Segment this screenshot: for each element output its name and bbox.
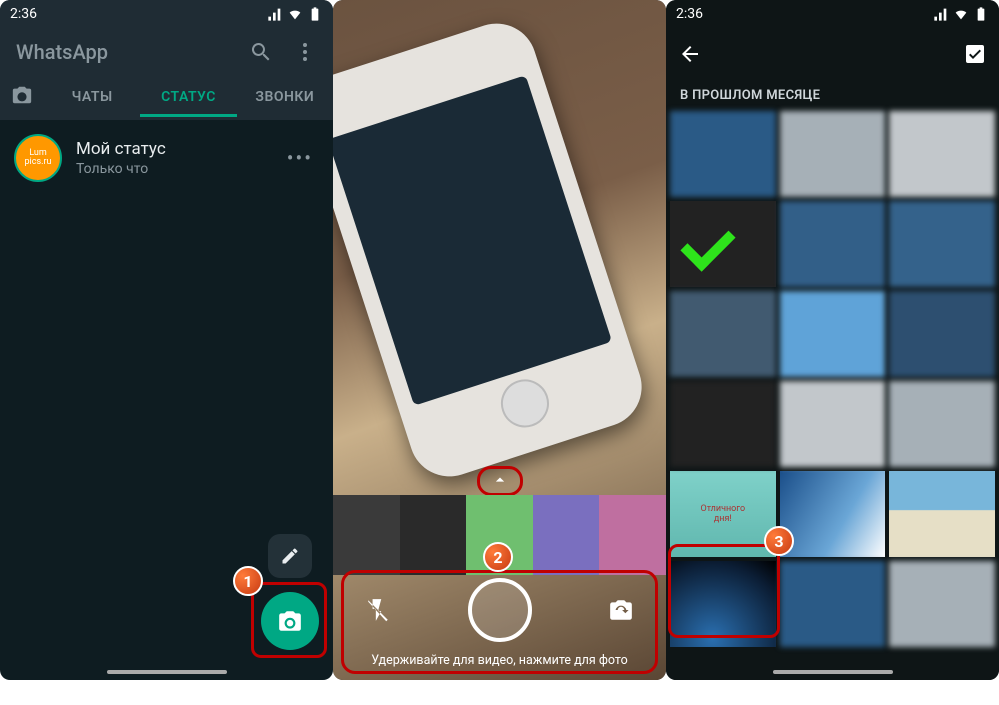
screen-camera: Удерживайте для видео, нажмите для фото …	[333, 0, 666, 680]
fab-column	[261, 534, 319, 650]
chevron-up-icon	[490, 470, 510, 490]
gallery-item[interactable]	[780, 381, 886, 467]
camera-icon	[277, 608, 303, 634]
more-vert-icon[interactable]	[293, 40, 317, 64]
gallery-item[interactable]	[780, 201, 886, 287]
thumb-5[interactable]	[599, 495, 666, 575]
screen-status-tab: 2:36 WhatsApp ЧАТЫ СТАТУС ЗВОНКИ	[0, 0, 333, 680]
gallery-item[interactable]	[780, 291, 886, 377]
picker-toolbar	[666, 28, 999, 80]
status-list: Lum pics.ru Мой статус Только что •••	[0, 120, 333, 196]
flash-off-icon[interactable]	[365, 597, 391, 623]
gallery-item[interactable]	[889, 201, 995, 287]
battery-icon	[307, 6, 323, 22]
gallery-item[interactable]	[780, 111, 886, 197]
gallery-item[interactable]	[889, 561, 995, 647]
gallery-grid: Отличного дня!	[666, 111, 999, 647]
battery-icon	[973, 6, 989, 22]
status-icons	[267, 6, 323, 22]
clock: 2:36	[10, 6, 37, 22]
my-status-title: Мой статус	[76, 139, 281, 159]
android-status-bar: 2:36	[0, 0, 333, 28]
thumb-4[interactable]	[533, 495, 600, 575]
my-status-subtitle: Только что	[76, 161, 281, 177]
my-status-more[interactable]: •••	[281, 146, 319, 170]
search-icon[interactable]	[249, 40, 273, 64]
gallery-item[interactable]	[670, 111, 776, 197]
android-status-bar: 2:36	[666, 0, 999, 28]
gallery-item[interactable]: Отличного дня!	[670, 471, 776, 557]
my-status-avatar: Lum pics.ru	[14, 134, 62, 182]
gallery-item[interactable]	[889, 291, 995, 377]
tab-bar: ЧАТЫ СТАТУС ЗВОНКИ	[0, 74, 333, 120]
pencil-icon	[280, 546, 300, 566]
signal-icon	[267, 6, 283, 22]
gallery-item[interactable]	[889, 471, 995, 557]
thumb-2[interactable]	[400, 495, 467, 575]
fab-camera-status[interactable]	[261, 592, 319, 650]
camera-controls	[343, 574, 656, 646]
title-row: WhatsApp	[0, 28, 333, 74]
back-icon[interactable]	[678, 42, 702, 66]
gallery-item[interactable]	[780, 561, 886, 647]
gallery-item[interactable]	[670, 291, 776, 377]
gallery-item[interactable]	[780, 471, 886, 557]
multiselect-icon[interactable]	[963, 42, 987, 66]
nav-gesture-bar	[107, 670, 227, 674]
camera-hint: Удерживайте для видео, нажмите для фото	[333, 653, 666, 668]
clock: 2:36	[676, 6, 703, 22]
section-header: В ПРОШЛОМ МЕСЯЦЕ	[666, 80, 999, 111]
status-icons	[933, 6, 989, 22]
tab-chats[interactable]: ЧАТЫ	[44, 77, 140, 117]
app-title: WhatsApp	[16, 40, 229, 64]
my-status-row[interactable]: Lum pics.ru Мой статус Только что •••	[0, 120, 333, 196]
gallery-item[interactable]	[889, 381, 995, 467]
fab-text-status[interactable]	[268, 534, 312, 578]
nav-gesture-bar	[773, 670, 893, 674]
gallery-drawer-handle[interactable]	[479, 468, 521, 492]
my-status-text: Мой статус Только что	[76, 139, 281, 177]
switch-camera-icon[interactable]	[608, 597, 634, 623]
gallery-item-selected[interactable]	[670, 561, 776, 647]
gallery-item[interactable]	[670, 201, 776, 287]
thumb-1[interactable]	[333, 495, 400, 575]
signal-icon	[933, 6, 949, 22]
gallery-item[interactable]	[889, 111, 995, 197]
screen-gallery-picker: 2:36 В ПРОШЛОМ МЕСЯЦЕ	[666, 0, 999, 680]
callout-badge-3: 3	[764, 526, 794, 556]
tab-calls[interactable]: ЗВОНКИ	[237, 77, 333, 117]
wifi-icon	[953, 6, 969, 22]
shutter-button[interactable]	[468, 578, 532, 642]
appbar: 2:36 WhatsApp ЧАТЫ СТАТУС ЗВОНКИ	[0, 0, 333, 120]
wifi-icon	[287, 6, 303, 22]
gallery-item[interactable]	[670, 381, 776, 467]
tab-camera[interactable]	[0, 84, 44, 110]
viewfinder-subject	[333, 13, 652, 487]
tab-status[interactable]: СТАТУС	[140, 77, 236, 117]
camera-icon	[11, 84, 33, 106]
callout-badge-1: 1	[233, 566, 263, 596]
callout-badge-2: 2	[483, 542, 513, 572]
